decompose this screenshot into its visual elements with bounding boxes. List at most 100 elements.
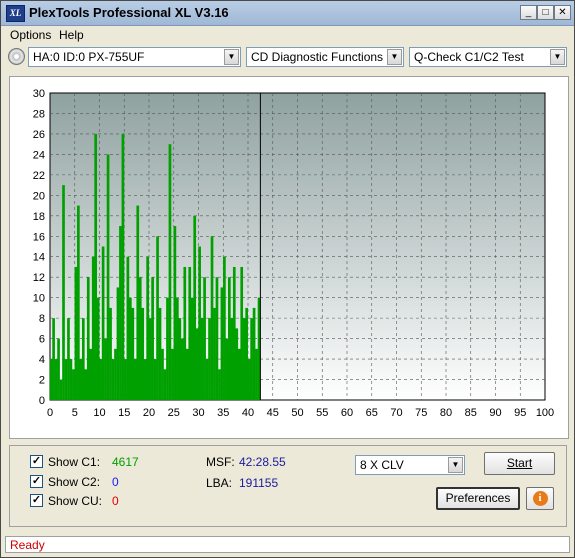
preferences-button[interactable]: Preferences (436, 487, 520, 510)
chevron-down-icon[interactable]: ▼ (550, 49, 565, 65)
show-cu-checkbox[interactable]: ✓ (30, 494, 43, 507)
preferences-button-label: Preferences (445, 491, 511, 505)
chart-panel: 0 2 4 6 8 10 12 14 16 18 20 22 24 26 28 30 0 5 10 15 20 25 30… (9, 76, 569, 439)
c1-bar (220, 287, 224, 400)
c1-bar (237, 348, 241, 400)
x-tick-label: 60 (341, 407, 353, 419)
c1-bar (176, 297, 179, 400)
c1-bar (79, 359, 83, 400)
c1-bar (84, 369, 88, 400)
c1-bar (156, 236, 159, 400)
y-tick-label: 4 (39, 354, 45, 366)
y-tick-label: 6 (39, 334, 45, 346)
c1-bar (208, 318, 211, 400)
x-tick-label: 70 (390, 407, 402, 419)
c1-bar (235, 328, 239, 400)
x-tick-label: 80 (440, 407, 452, 419)
c1-bar (178, 318, 182, 400)
c1-bar (111, 359, 115, 400)
c1-bar (242, 318, 246, 400)
c1-bar (185, 348, 189, 400)
x-tick-label: 10 (93, 407, 105, 419)
info-button[interactable]: i (526, 487, 554, 510)
y-tick-label: 30 (33, 88, 45, 100)
test-select-value: Q-Check C1/C2 Test (414, 50, 524, 64)
c1-bar (161, 348, 164, 400)
menu-help[interactable]: Help (59, 28, 84, 42)
test-select[interactable]: Q-Check C1/C2 Test ▼ (409, 47, 567, 67)
cu-count: 0 (112, 494, 119, 508)
c1-bar (67, 318, 70, 400)
y-tick-label: 28 (33, 108, 45, 120)
y-tick-label: 2 (39, 375, 45, 387)
x-tick-label: 40 (242, 407, 254, 419)
c1-bar (129, 297, 132, 400)
c1-bar (133, 359, 137, 400)
c1-bar (228, 277, 231, 400)
chevron-down-icon[interactable]: ▼ (387, 49, 402, 65)
show-c2-label: Show C2: (48, 475, 101, 489)
speed-select[interactable]: 8 X CLV ▼ (355, 455, 465, 475)
c1-bar (190, 297, 194, 400)
c1-bar (86, 277, 90, 400)
chevron-down-icon[interactable]: ▼ (448, 457, 463, 473)
c1-bar (166, 297, 169, 400)
c1-bar (143, 359, 147, 400)
x-axis-ticks: 0 5 10 15 20 25 30 35 40 45 50 55 60 65 70 75 80 85 90 95 10… (47, 407, 554, 419)
menu-options[interactable]: Options (10, 28, 51, 42)
function-select[interactable]: CD Diagnostic Functions ▼ (246, 47, 404, 67)
c1-bar (210, 236, 214, 400)
c1-bar (64, 359, 68, 400)
show-c1-checkbox[interactable]: ✓ (30, 455, 43, 468)
show-c1-label: Show C1: (48, 455, 101, 469)
x-tick-label: 20 (143, 407, 155, 419)
c1-bar (188, 266, 192, 400)
c1-bar (141, 307, 145, 400)
x-tick-label: 15 (118, 407, 130, 419)
c1-bar (49, 359, 53, 400)
y-tick-label: 24 (33, 149, 45, 161)
c1-bar (116, 287, 120, 400)
minimize-button[interactable]: _ (520, 5, 537, 20)
c1-bar (119, 226, 122, 400)
y-tick-label: 12 (33, 272, 45, 284)
x-tick-label: 85 (465, 407, 477, 419)
app-logo-icon: XL (6, 5, 25, 22)
x-tick-label: 90 (489, 407, 501, 419)
c1-bar (158, 307, 162, 400)
y-tick-label: 8 (39, 313, 45, 325)
c1-c2-chart: 024681012141618202224262830 0 5 10 15 20 25 30… (33, 88, 554, 419)
x-tick-label: 5 (72, 407, 78, 419)
lba-label: LBA: (206, 476, 233, 490)
c1-bar (96, 297, 100, 400)
c1-bar (94, 133, 98, 400)
maximize-button[interactable]: □ (537, 5, 554, 20)
c1-bar (180, 338, 184, 400)
c1-bar (81, 318, 85, 400)
c1-bar (59, 379, 63, 400)
c1-bar (250, 318, 253, 400)
c1-bar (54, 359, 58, 400)
c1-bar (131, 307, 135, 400)
x-tick-label: 65 (366, 407, 378, 419)
x-tick-label: 100 (536, 407, 554, 419)
title-bar[interactable]: XL PlexTools Professional XL V3.16 _ □ ✕ (1, 1, 574, 26)
close-button[interactable]: ✕ (554, 5, 571, 20)
drive-select[interactable]: HA:0 ID:0 PX-755UF ▼ (28, 47, 241, 67)
status-bar: Ready (5, 536, 570, 553)
c1-bar (153, 359, 157, 400)
c1-count: 4617 (112, 455, 139, 469)
y-tick-label: 22 (33, 170, 45, 182)
chevron-down-icon[interactable]: ▼ (224, 49, 239, 65)
start-button[interactable]: Start (484, 452, 555, 475)
show-c2-checkbox[interactable]: ✓ (30, 475, 43, 488)
c1-bar (205, 359, 209, 400)
c1-bar (203, 277, 206, 400)
speed-select-value: 8 X CLV (360, 458, 404, 472)
c1-bar (136, 205, 140, 400)
c1-bar (247, 359, 251, 400)
c1-bar (151, 277, 154, 400)
msf-value: 42:28.55 (239, 455, 286, 469)
c1-bar (240, 266, 244, 400)
msf-label: MSF: (206, 455, 235, 469)
